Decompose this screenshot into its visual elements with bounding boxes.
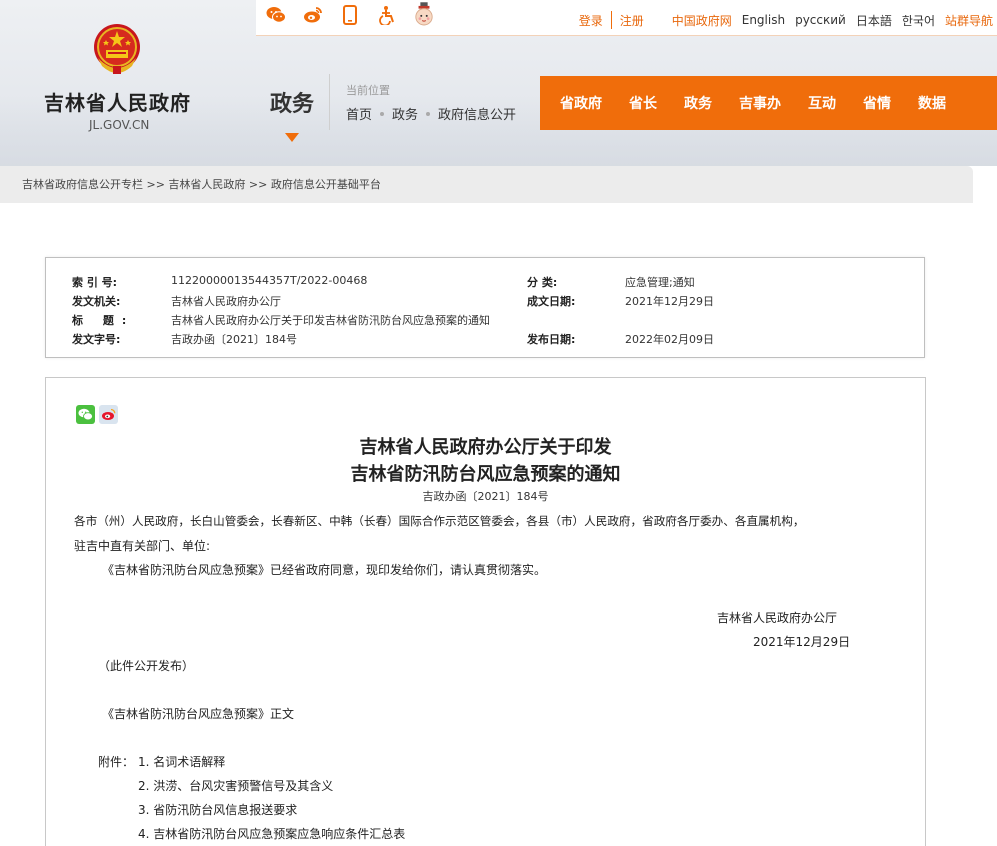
crumb-info-public[interactable]: 政府信息公开 xyxy=(438,104,516,123)
share-wechat-icon[interactable] xyxy=(76,405,95,424)
document-title-line-2: 吉林省防汛防台风应急预案的通知 xyxy=(350,464,621,485)
nav-item-data[interactable]: 数据 xyxy=(918,93,946,113)
top-icon-group xyxy=(266,2,434,26)
sign-date: 2021年12月29日 xyxy=(753,635,851,649)
attachment-item[interactable]: 4. 吉林省防汛防台风应急预案应急响应条件汇总表 xyxy=(138,825,405,842)
public-note: （此件公开发布） xyxy=(98,659,195,673)
body-paragraph: 《吉林省防汛防台风应急预案》已经省政府同意，现印发给你们，请认真贯彻落实。 xyxy=(102,563,547,577)
attachment-item[interactable]: 3. 省防汛防台风信息报送要求 xyxy=(138,801,297,818)
attachments-label: 附件： xyxy=(98,755,135,769)
japanese-link[interactable]: 日本語 xyxy=(856,12,892,29)
top-links: 登录 注册 中国政府网 English русский 日本語 한국어 站群导航 xyxy=(579,11,993,29)
nav-item-provincial-gov[interactable]: 省政府 xyxy=(560,93,602,113)
nav-item-interaction[interactable]: 互动 xyxy=(808,93,836,113)
english-link[interactable]: English xyxy=(742,13,785,27)
wechat-icon[interactable] xyxy=(266,4,286,26)
date-written-label: 成文日期: xyxy=(527,295,576,308)
register-link[interactable]: 注册 xyxy=(620,12,644,29)
title-label: 标 题: xyxy=(72,314,135,327)
signature: 吉林省人民政府办公厅 xyxy=(717,611,838,625)
location-breadcrumb: 首页 政务 政府信息公开 xyxy=(346,104,516,123)
recipients-line-1: 各市（州）人民政府，长白山管委会，长春新区、中韩（长春）国际合作示范区管委会，各… xyxy=(74,514,805,528)
index-value: 11220000013544357T/2022-00468 xyxy=(171,274,368,287)
crumb-separator xyxy=(426,111,431,116)
document-info-table: 索 引 号: 11220000013544357T/2022-00468 分 类… xyxy=(45,257,925,358)
nav-item-province-info[interactable]: 省情 xyxy=(863,93,891,113)
site-domain: JL.GOV.CN xyxy=(89,118,150,132)
breadcrumb[interactable]: 吉林省政府信息公开专栏 >> 吉林省人民政府 >> 政府信息公开基础平台 xyxy=(0,166,973,203)
gov-cn-link[interactable]: 中国政府网 xyxy=(672,12,732,29)
nav-item-service[interactable]: 吉事办 xyxy=(739,93,781,113)
mobile-icon[interactable] xyxy=(340,4,360,26)
share-buttons xyxy=(76,405,118,424)
nav-item-affairs[interactable]: 政务 xyxy=(684,93,712,113)
login-link[interactable]: 登录 xyxy=(579,12,603,29)
category-label: 分 类: xyxy=(527,276,558,289)
document-content: 吉林省人民政府办公厅关于印发 吉林省防汛防台风应急预案的通知 吉政办函〔2021… xyxy=(45,377,926,846)
crumb-separator xyxy=(380,111,385,116)
attachment-item[interactable]: 1. 名词术语解释 xyxy=(138,753,225,770)
document-title-line-1: 吉林省人民政府办公厅关于印发 xyxy=(359,437,612,458)
issuer-label: 发文机关: xyxy=(72,295,121,308)
document-number: 吉政办函〔2021〕184号 xyxy=(422,490,549,503)
weibo-icon[interactable] xyxy=(303,4,323,26)
top-bar: 登录 注册 中国政府网 English русский 日本語 한국어 站群导航 xyxy=(256,0,997,36)
site-group-nav-link[interactable]: 站群导航 xyxy=(945,12,993,29)
issuer-value: 吉林省人民政府办公厅 xyxy=(171,295,281,308)
location-label: 当前位置 xyxy=(346,84,390,97)
section-divider xyxy=(329,74,330,130)
login-register-divider xyxy=(610,11,612,29)
attachment-item[interactable]: 2. 洪涝、台风灾害预警信号及其含义 xyxy=(138,777,333,794)
crumb-home[interactable]: 首页 xyxy=(346,104,372,123)
accessibility-icon[interactable] xyxy=(377,4,397,26)
recipients-line-2: 驻吉中直有关部门、单位: xyxy=(74,539,211,553)
main-text-link[interactable]: 《吉林省防汛防台风应急预案》正文 xyxy=(102,705,294,722)
national-emblem-icon xyxy=(94,24,140,74)
category-value: 应急管理;通知 xyxy=(625,276,695,289)
index-label: 索 引 号: xyxy=(72,276,118,289)
publish-date-label: 发布日期: xyxy=(527,333,576,346)
nav-item-governor[interactable]: 省长 xyxy=(629,93,657,113)
share-weibo-icon[interactable] xyxy=(99,405,118,424)
site-title[interactable]: 吉林省人民政府 xyxy=(44,87,191,116)
publish-date-value: 2022年02月09日 xyxy=(625,333,714,346)
section-arrow-icon xyxy=(285,133,299,142)
korean-link[interactable]: 한국어 xyxy=(902,12,935,29)
date-written-value: 2021年12月29日 xyxy=(625,295,714,308)
doc-no-value: 吉政办函〔2021〕184号 xyxy=(171,333,297,346)
doc-no-label: 发文字号: xyxy=(72,333,121,346)
crumb-affairs[interactable]: 政务 xyxy=(392,104,418,123)
mascot-icon[interactable] xyxy=(414,2,434,26)
russian-link[interactable]: русский xyxy=(795,13,846,27)
title-value: 吉林省人民政府办公厅关于印发吉林省防汛防台风应急预案的通知 xyxy=(171,314,490,327)
section-name: 政务 xyxy=(270,92,315,117)
main-nav: 省政府 省长 政务 吉事办 互动 省情 数据 xyxy=(540,76,997,130)
